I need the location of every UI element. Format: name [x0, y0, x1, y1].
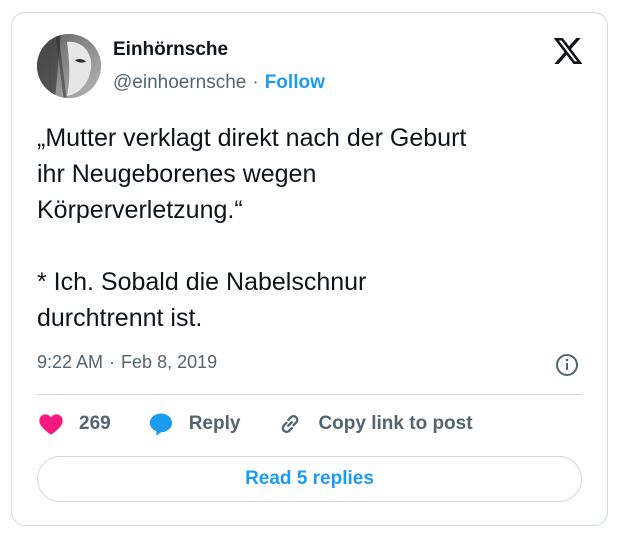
link-icon	[276, 410, 304, 438]
like-button[interactable]: 269	[37, 410, 111, 438]
tweet-text: „Mutter verklagt direkt nach der Geburt …	[37, 124, 467, 332]
tweet-time: 9:22 AM	[37, 352, 104, 372]
copy-link-label: Copy link to post	[318, 413, 473, 434]
handle-separator: ·	[252, 72, 259, 93]
heart-icon	[37, 410, 65, 438]
action-bar: 269 Reply Copy link to post	[37, 410, 473, 438]
author-name[interactable]: Einhörnsche	[113, 39, 228, 61]
tweet-timestamp[interactable]: 9:22 AM · Feb 8, 2019	[37, 352, 217, 373]
tweet-date: Feb 8, 2019	[121, 352, 218, 372]
author-handle[interactable]: @einhoernsche	[113, 72, 246, 93]
reply-button[interactable]: Reply	[147, 410, 241, 438]
reply-label: Reply	[188, 413, 241, 434]
read-replies-button[interactable]: Read 5 replies	[37, 456, 582, 502]
like-count: 269	[79, 413, 111, 434]
avatar[interactable]	[37, 34, 101, 98]
author-handle-row: @einhoernsche · Follow	[113, 72, 325, 94]
follow-button[interactable]: Follow	[265, 72, 325, 93]
info-icon[interactable]	[555, 353, 579, 377]
divider	[37, 394, 582, 395]
timestamp-separator: ·	[109, 352, 116, 372]
tweet-card: Einhörnsche @einhoernsche · Follow „Mutter…	[11, 12, 608, 526]
copy-link-button[interactable]: Copy link to post	[276, 410, 473, 438]
x-logo-icon[interactable]	[552, 35, 584, 67]
reply-bubble-icon	[147, 410, 175, 438]
